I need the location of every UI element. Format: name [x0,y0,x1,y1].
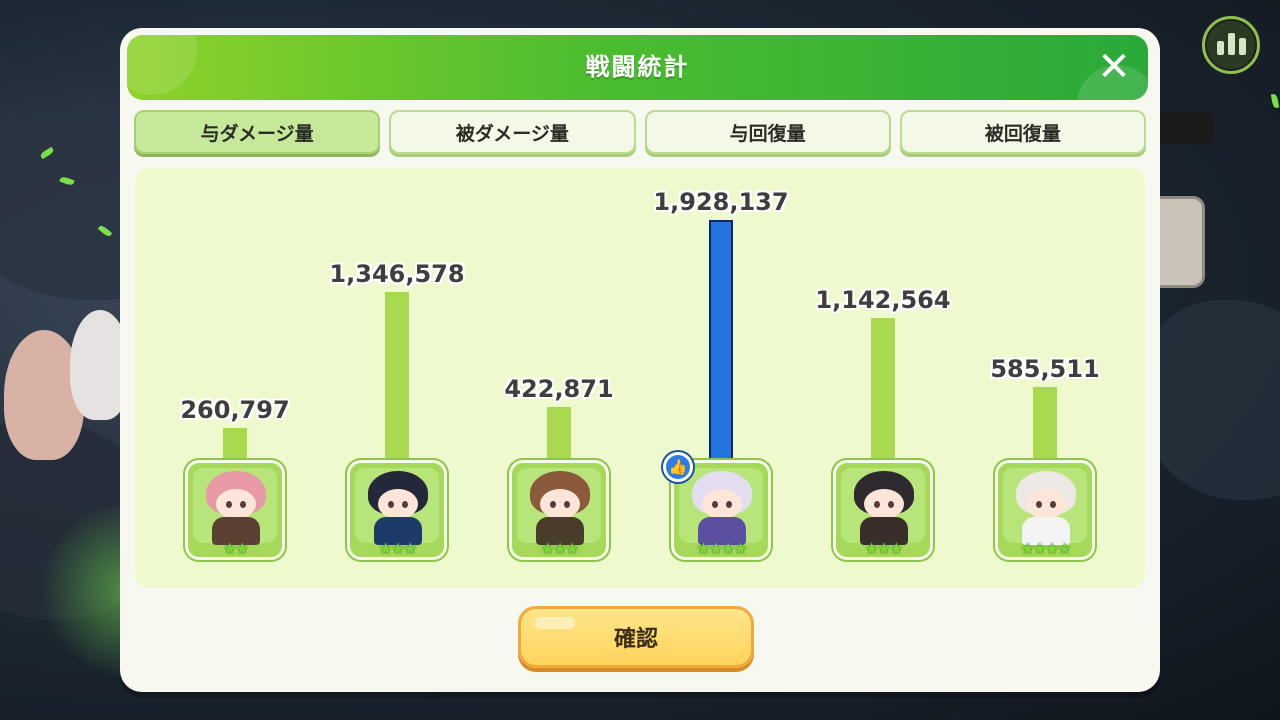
star-rating: ★★★ [864,539,903,558]
dialog-header: 戦闘統計 ✕ [127,35,1148,100]
damage-bar [1033,387,1057,460]
close-icon[interactable]: ✕ [1094,47,1134,87]
tab-healing-received[interactable]: 被回復量 [899,110,1146,154]
damage-bar [385,292,409,460]
side-panel-bar [1160,112,1214,144]
damage-bar [709,220,733,460]
battle-stats-dialog: 戦闘統計 ✕ 与ダメージ量 被ダメージ量 与回復量 被回復量 260,797 ★★… [120,28,1160,692]
confirm-button[interactable]: 確認 [518,606,754,668]
dialog-title: 戦闘統計 [585,53,690,81]
star-rating: ★★★★ [696,539,747,558]
character-portrait[interactable]: ★★★ [833,460,933,560]
stat-tabs: 与ダメージ量 被ダメージ量 与回復量 被回復量 [134,110,1146,158]
damage-value-label: 585,511 [990,355,1100,383]
damage-bar [547,407,571,460]
star-rating: ★★★ [378,539,417,558]
damage-chart: 260,797 ★★ 1,346,578 ★★★ 422,871 ★★★ 1,928,137… [135,168,1145,588]
damage-value-label: 1,346,578 [329,260,465,288]
star-rating: ★★ [222,539,250,558]
damage-value-label: 422,871 [504,375,614,403]
bar-chart-icon [1216,41,1224,55]
damage-bar [223,428,247,460]
damage-value-label: 260,797 [180,396,290,424]
tab-damage-dealt[interactable]: 与ダメージ量 [134,110,381,154]
damage-value-label: 1,928,137 [653,188,789,216]
stats-button[interactable] [1202,16,1260,74]
star-rating: ★★★★ [1020,539,1071,558]
damage-bar [871,318,895,460]
character-portrait[interactable]: ★★★★ [995,460,1095,560]
tab-damage-taken[interactable]: 被ダメージ量 [389,110,636,154]
mvp-badge-icon: 👍 [663,452,693,482]
character-portrait[interactable]: ★★ [185,460,285,560]
damage-value-label: 1,142,564 [815,286,951,314]
character-portrait[interactable]: ★★★ [509,460,609,560]
star-rating: ★★★ [540,539,579,558]
character-portrait[interactable]: ★★★ [347,460,447,560]
side-panel-card [1156,196,1205,288]
tab-healing-done[interactable]: 与回復量 [644,110,891,154]
